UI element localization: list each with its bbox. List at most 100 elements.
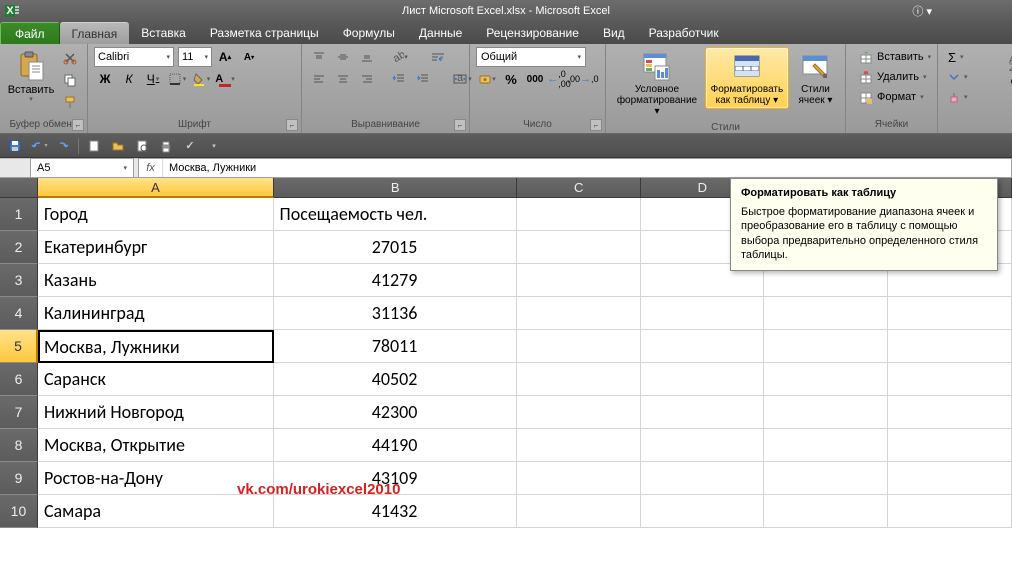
autosum-button[interactable]: Σ▾ [944, 47, 968, 67]
qat-open-button[interactable] [109, 137, 127, 155]
cell-D10[interactable] [641, 495, 765, 528]
cell-A2[interactable]: Екатеринбург [38, 231, 274, 264]
cell-E5[interactable] [764, 330, 888, 363]
font-name-combobox[interactable]: Calibri▾ [94, 47, 174, 67]
orientation-button[interactable]: ab▾ [388, 46, 410, 68]
cell-C4[interactable] [517, 297, 641, 330]
column-header-B[interactable]: B [274, 178, 517, 198]
paste-button[interactable]: Вставить ▾ [6, 47, 56, 107]
cell-styles-button[interactable]: Стилиячеек ▾ [792, 47, 839, 109]
cut-button[interactable] [59, 47, 81, 69]
cell-F8[interactable] [888, 429, 1012, 462]
cell-B8[interactable]: 44190 [274, 429, 517, 462]
cell-C10[interactable] [517, 495, 641, 528]
cell-E9[interactable] [764, 462, 888, 495]
cell-A8[interactable]: Москва, Открытие [38, 429, 274, 462]
cell-B4[interactable]: 31136 [274, 297, 517, 330]
cell-A7[interactable]: Нижний Новгород [38, 396, 274, 429]
cell-A10[interactable]: Самара [38, 495, 274, 528]
row-header-4[interactable]: 4 [0, 297, 38, 330]
cell-B1[interactable]: Посещаемость чел. [274, 198, 517, 231]
cell-D6[interactable] [641, 363, 765, 396]
row-header-8[interactable]: 8 [0, 429, 38, 462]
font-size-combobox[interactable]: 11▾ [178, 47, 212, 67]
cell-E4[interactable] [764, 297, 888, 330]
cell-D8[interactable] [641, 429, 765, 462]
cell-C7[interactable] [517, 396, 641, 429]
qat-undo-button[interactable]: ▾ [30, 137, 48, 155]
cell-C9[interactable] [517, 462, 641, 495]
row-header-5[interactable]: 5 [0, 330, 38, 363]
align-left-button[interactable] [308, 68, 330, 90]
cell-C3[interactable] [517, 264, 641, 297]
cell-D7[interactable] [641, 396, 765, 429]
decrease-font-button[interactable]: A▾ [238, 46, 260, 68]
cell-F5[interactable] [888, 330, 1012, 363]
help-icon[interactable]: ⓘ ▾ [912, 3, 932, 19]
format-as-table-button[interactable]: Форматироватькак таблицу ▾ [705, 47, 789, 109]
cell-B3[interactable]: 41279 [274, 264, 517, 297]
bold-button[interactable]: Ж [94, 68, 116, 90]
currency-button[interactable]: ▾ [476, 68, 498, 90]
insert-cells-button[interactable]: Вставить▾ [852, 47, 938, 67]
copy-button[interactable] [59, 69, 81, 91]
cell-A1[interactable]: Город [38, 198, 274, 231]
row-header-2[interactable]: 2 [0, 231, 38, 264]
qat-spelling-button[interactable]: ✓ [181, 137, 199, 155]
cell-B5[interactable]: 78011 [274, 330, 517, 363]
cell-C1[interactable] [517, 198, 641, 231]
cell-F6[interactable] [888, 363, 1012, 396]
number-dialog-launcher[interactable]: ⌐ [590, 119, 602, 131]
alignment-dialog-launcher[interactable]: ⌐ [454, 119, 466, 131]
file-tab[interactable]: Файл [0, 22, 60, 44]
ribbon-tab-review[interactable]: Рецензирование [474, 22, 591, 44]
row-header-10[interactable]: 10 [0, 495, 38, 528]
format-cells-button[interactable]: Формат▾ [852, 87, 931, 107]
cell-B2[interactable]: 27015 [274, 231, 517, 264]
column-header-A[interactable]: A [38, 178, 274, 198]
row-header-1[interactable]: 1 [0, 198, 38, 231]
cell-A5[interactable]: Москва, Лужники [38, 330, 274, 363]
cell-F4[interactable] [888, 297, 1012, 330]
font-dialog-launcher[interactable]: ⌐ [286, 119, 298, 131]
cell-A6[interactable]: Саранск [38, 363, 274, 396]
align-bottom-button[interactable] [356, 46, 378, 68]
fill-color-button[interactable]: ▾ [190, 68, 212, 90]
ribbon-tab-developer[interactable]: Разработчик [637, 22, 731, 44]
cell-E7[interactable] [764, 396, 888, 429]
qat-new-button[interactable] [85, 137, 103, 155]
cell-E10[interactable] [764, 495, 888, 528]
clipboard-dialog-launcher[interactable]: ⌐ [72, 119, 84, 131]
cell-C5[interactable] [517, 330, 641, 363]
fx-icon[interactable]: fx [139, 159, 163, 177]
border-button[interactable]: ▾ [166, 68, 188, 90]
ribbon-tab-home[interactable]: Главная [60, 22, 130, 44]
cell-D4[interactable] [641, 297, 765, 330]
clear-button[interactable]: ▾ [944, 87, 972, 107]
conditional-formatting-button[interactable]: Условноеформатирование ▾ [612, 47, 702, 120]
row-header-6[interactable]: 6 [0, 363, 38, 396]
cell-F9[interactable] [888, 462, 1012, 495]
delete-cells-button[interactable]: Удалить▾ [852, 67, 934, 87]
cell-F7[interactable] [888, 396, 1012, 429]
cell-D9[interactable] [641, 462, 765, 495]
ribbon-tab-data[interactable]: Данные [407, 22, 474, 44]
comma-button[interactable]: 000 [524, 68, 546, 90]
cell-E6[interactable] [764, 363, 888, 396]
cell-C2[interactable] [517, 231, 641, 264]
row-header-9[interactable]: 9 [0, 462, 38, 495]
decrease-decimal-button[interactable]: ,00→,0 [572, 68, 594, 90]
cell-E8[interactable] [764, 429, 888, 462]
qat-redo-button[interactable] [54, 137, 72, 155]
increase-font-button[interactable]: A▴ [214, 46, 236, 68]
formula-bar-input[interactable]: Москва, Лужники [163, 162, 1011, 174]
ribbon-tab-page-layout[interactable]: Разметка страницы [198, 22, 331, 44]
ribbon-tab-view[interactable]: Вид [591, 22, 637, 44]
percent-button[interactable]: % [500, 68, 522, 90]
column-header-C[interactable]: C [517, 178, 641, 198]
row-header-3[interactable]: 3 [0, 264, 38, 297]
row-header-7[interactable]: 7 [0, 396, 38, 429]
decrease-indent-button[interactable] [388, 68, 410, 90]
fill-button[interactable]: ▾ [944, 67, 972, 87]
sort-filter-button[interactable]: AZ Сои [996, 50, 1012, 102]
